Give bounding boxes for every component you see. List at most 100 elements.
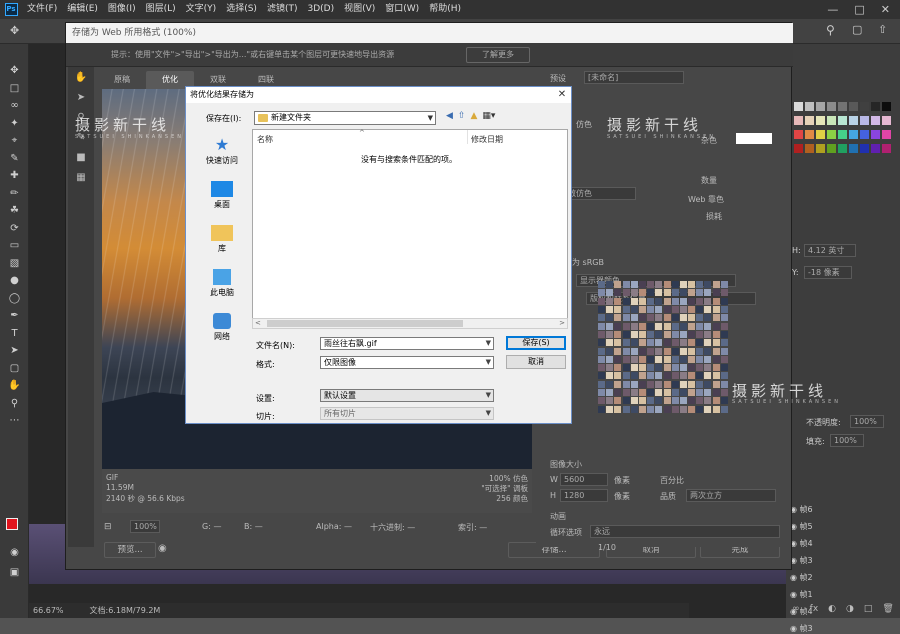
palette-color-cell[interactable] xyxy=(671,330,679,338)
palette-color-cell[interactable] xyxy=(671,397,679,405)
palette-color-cell[interactable] xyxy=(647,380,655,388)
palette-color-cell[interactable] xyxy=(704,405,712,413)
palette-color-cell[interactable] xyxy=(671,289,679,297)
palette-color-cell[interactable] xyxy=(696,330,704,338)
learn-more-button[interactable]: 了解更多 xyxy=(466,47,530,63)
palette-color-cell[interactable] xyxy=(704,322,712,330)
menu-layer[interactable]: 图层(L) xyxy=(141,0,181,19)
color-swatch[interactable] xyxy=(838,144,847,153)
palette-color-cell[interactable] xyxy=(638,289,646,297)
photoshop-logo-icon[interactable]: Ps xyxy=(0,0,22,19)
palette-color-cell[interactable] xyxy=(638,397,646,405)
eye-icon[interactable]: ◉ xyxy=(790,573,800,582)
palette-color-cell[interactable] xyxy=(704,330,712,338)
palette-color-cell[interactable] xyxy=(688,330,696,338)
gradient-tool-icon[interactable]: ▧ xyxy=(0,255,29,273)
palette-color-cell[interactable] xyxy=(630,347,638,355)
trash-icon[interactable]: 🗑 xyxy=(882,604,893,614)
filename-input[interactable]: 雨丝往右飘.gif ▼ xyxy=(320,337,494,350)
palette-color-cell[interactable] xyxy=(671,305,679,313)
eyedropper-color-icon[interactable]: ■ xyxy=(68,147,94,167)
height-field[interactable]: 1280 xyxy=(560,489,608,502)
palette-color-cell[interactable] xyxy=(696,281,704,288)
eyedropper-tool-icon[interactable]: ✎ xyxy=(0,150,29,168)
palette-color-cell[interactable] xyxy=(696,364,704,372)
palette-color-cell[interactable] xyxy=(688,339,696,347)
history-brush-icon[interactable]: ⟳ xyxy=(0,220,29,238)
palette-color-cell[interactable] xyxy=(712,281,720,288)
h-field[interactable]: 4.12 英寸 xyxy=(804,244,856,257)
palette-color-cell[interactable] xyxy=(679,322,687,330)
palette-color-cell[interactable] xyxy=(679,364,687,372)
palette-color-cell[interactable] xyxy=(704,389,712,397)
palette-color-cell[interactable] xyxy=(606,347,614,355)
quick-mask-icon[interactable]: ◉ xyxy=(0,544,29,562)
palette-color-cell[interactable] xyxy=(671,281,679,288)
width-field[interactable]: 5600 xyxy=(560,473,608,486)
palette-color-cell[interactable] xyxy=(630,281,638,288)
preview-button[interactable]: 预览... xyxy=(104,542,156,558)
palette-color-cell[interactable] xyxy=(696,297,704,305)
link-layers-icon[interactable]: ∞ xyxy=(792,604,800,614)
browser-icon[interactable]: ◉ xyxy=(158,543,167,554)
palette-color-cell[interactable] xyxy=(663,347,671,355)
move-tool-icon[interactable]: ✥ xyxy=(10,24,19,37)
palette-color-cell[interactable] xyxy=(688,281,696,288)
palette-color-cell[interactable] xyxy=(622,364,630,372)
palette-color-cell[interactable] xyxy=(655,364,663,372)
palette-color-cell[interactable] xyxy=(622,297,630,305)
save-in-select[interactable]: 新建文件夹 ▼ xyxy=(254,111,436,125)
file-list[interactable]: 名称 ^ 修改日期 没有与搜索条件匹配的项。 xyxy=(252,129,568,329)
scroll-thumb[interactable] xyxy=(267,320,463,327)
palette-color-cell[interactable] xyxy=(655,281,663,288)
color-swatch[interactable] xyxy=(827,102,836,111)
palette-color-cell[interactable] xyxy=(720,281,728,288)
matte-color-swatch[interactable] xyxy=(736,133,772,144)
palette-color-cell[interactable] xyxy=(655,380,663,388)
palette-color-cell[interactable] xyxy=(622,281,630,288)
palette-color-cell[interactable] xyxy=(630,405,638,413)
palette-color-cell[interactable] xyxy=(704,380,712,388)
palette-color-cell[interactable] xyxy=(663,330,671,338)
palette-color-cell[interactable] xyxy=(622,389,630,397)
color-swatch[interactable] xyxy=(871,102,880,111)
palette-color-cell[interactable] xyxy=(712,347,720,355)
hand-tool-icon[interactable]: ✋ xyxy=(0,377,29,395)
opacity-field[interactable]: 100% xyxy=(850,415,884,428)
palette-color-cell[interactable] xyxy=(712,322,720,330)
palette-color-cell[interactable] xyxy=(720,289,728,297)
color-swatch[interactable] xyxy=(838,102,847,111)
pen-tool-icon[interactable]: ✒ xyxy=(0,307,29,325)
palette-color-cell[interactable] xyxy=(696,347,704,355)
palette-color-cell[interactable] xyxy=(663,389,671,397)
palette-color-cell[interactable] xyxy=(720,330,728,338)
palette-color-cell[interactable] xyxy=(679,314,687,322)
close-icon[interactable]: ✕ xyxy=(881,3,890,16)
palette-color-cell[interactable] xyxy=(688,347,696,355)
palette-color-cell[interactable] xyxy=(630,397,638,405)
color-swatch[interactable] xyxy=(794,116,803,125)
palette-color-cell[interactable] xyxy=(679,281,687,288)
color-swatch[interactable] xyxy=(860,144,869,153)
palette-color-cell[interactable] xyxy=(630,330,638,338)
eraser-tool-icon[interactable]: ▭ xyxy=(0,237,29,255)
palette-color-cell[interactable] xyxy=(638,405,646,413)
color-swatch[interactable] xyxy=(871,130,880,139)
palette-color-cell[interactable] xyxy=(712,397,720,405)
palette-color-cell[interactable] xyxy=(614,355,622,363)
palette-color-cell[interactable] xyxy=(614,347,622,355)
color-swatch[interactable] xyxy=(794,144,803,153)
palette-color-cell[interactable] xyxy=(704,289,712,297)
palette-color-cell[interactable] xyxy=(598,297,605,305)
fx-icon[interactable]: fx xyxy=(810,604,819,614)
hand-tool-icon[interactable]: ✋ xyxy=(68,67,94,87)
palette-color-cell[interactable] xyxy=(614,281,622,288)
palette-color-cell[interactable] xyxy=(622,397,630,405)
palette-color-cell[interactable] xyxy=(630,364,638,372)
palette-color-cell[interactable] xyxy=(671,339,679,347)
palette-color-cell[interactable] xyxy=(679,397,687,405)
palette-color-cell[interactable] xyxy=(614,314,622,322)
palette-color-cell[interactable] xyxy=(696,305,704,313)
layer-row[interactable]: ◉ 帧3 xyxy=(790,555,813,566)
palette-color-cell[interactable] xyxy=(655,347,663,355)
